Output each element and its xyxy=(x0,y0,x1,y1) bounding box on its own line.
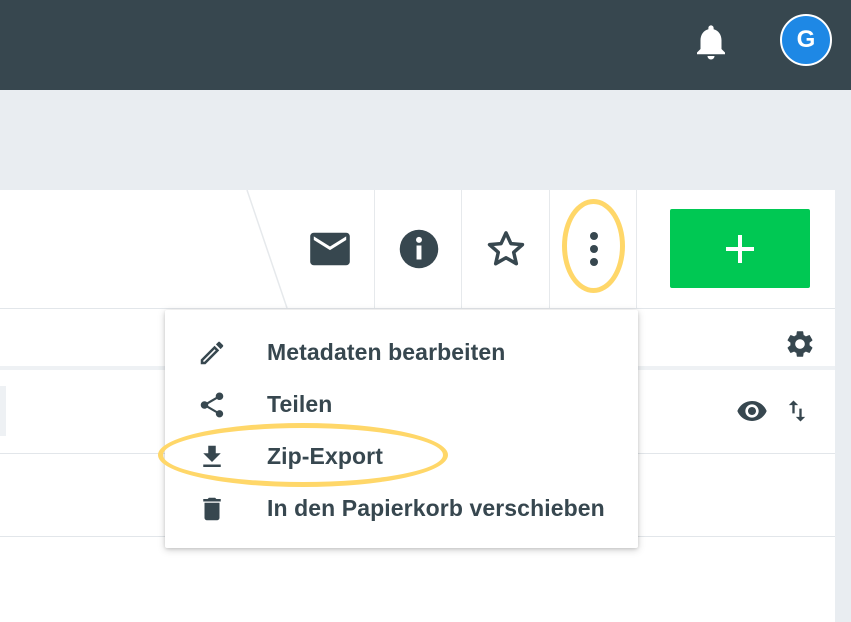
panel-header xyxy=(0,190,835,309)
more-vertical-icon xyxy=(589,232,598,266)
menu-item-zip-export[interactable]: Zip-Export xyxy=(165,430,638,482)
info-button[interactable] xyxy=(374,190,462,308)
menu-item-label: Metadaten bearbeiten xyxy=(267,338,506,365)
row-handle xyxy=(0,386,6,436)
eye-icon[interactable] xyxy=(736,395,768,427)
top-bar: G xyxy=(0,0,851,90)
menu-item-share[interactable]: Teilen xyxy=(165,378,638,430)
bell-icon[interactable] xyxy=(690,20,732,64)
avatar[interactable]: G xyxy=(780,14,832,66)
menu-item-edit-metadata[interactable]: Metadaten bearbeiten xyxy=(165,326,638,378)
add-button[interactable] xyxy=(670,209,810,288)
menu-item-label: Zip-Export xyxy=(267,442,383,469)
plus-icon xyxy=(726,234,754,263)
menu-item-label: Teilen xyxy=(267,390,333,417)
share-icon xyxy=(200,392,224,418)
pencil-icon xyxy=(200,341,224,365)
star-outline-icon xyxy=(487,231,524,266)
sort-icon[interactable] xyxy=(783,395,811,427)
mail-icon xyxy=(309,232,350,266)
menu-item-move-to-trash[interactable]: In den Papierkorb verschieben xyxy=(165,482,638,534)
more-options-button[interactable] xyxy=(549,190,637,308)
mail-button[interactable] xyxy=(286,190,373,308)
gear-icon[interactable] xyxy=(784,328,816,360)
info-icon xyxy=(399,229,438,269)
menu-item-label: In den Papierkorb verschieben xyxy=(267,494,605,521)
trash-icon xyxy=(203,497,221,521)
context-menu: Metadaten bearbeiten Teilen Zip-Export I… xyxy=(165,310,638,548)
download-icon xyxy=(203,445,221,467)
favorite-button[interactable] xyxy=(461,190,549,308)
